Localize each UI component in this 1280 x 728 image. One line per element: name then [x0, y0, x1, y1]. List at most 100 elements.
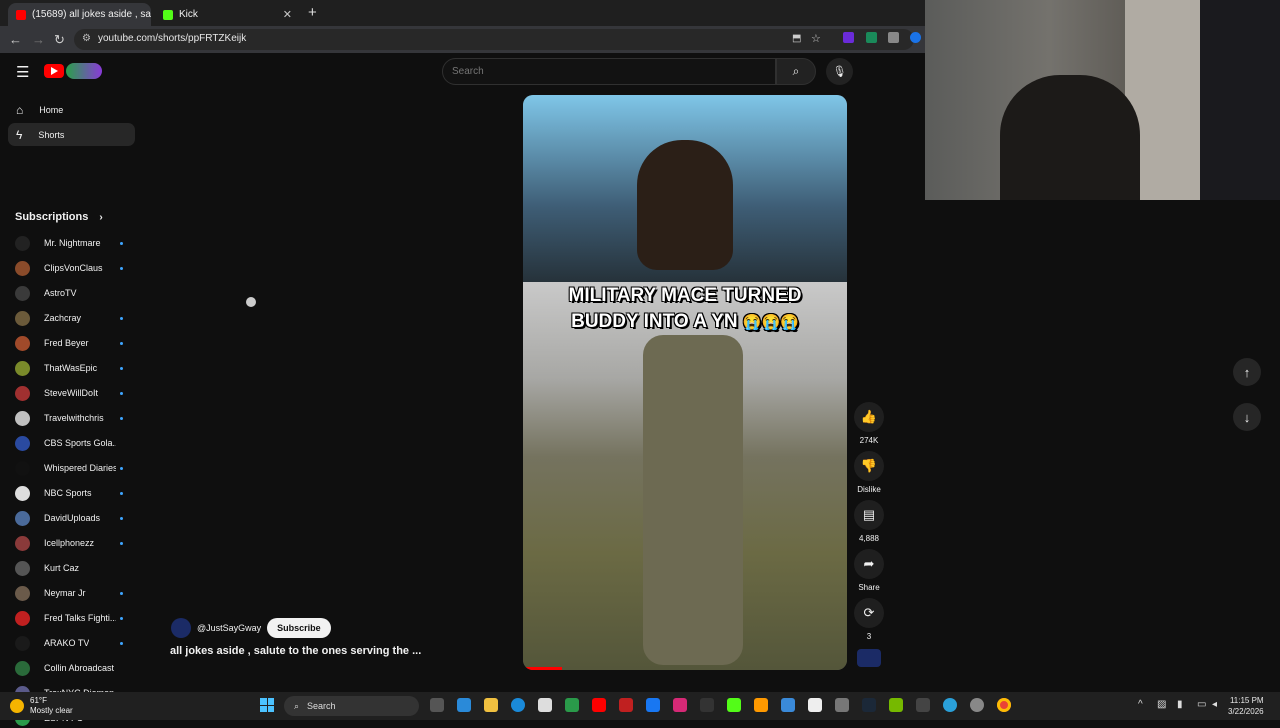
search-button[interactable]: ⌕: [776, 58, 816, 85]
tab-youtube[interactable]: (15689) all jokes aside , salu ✕: [8, 3, 151, 26]
like-action[interactable]: 👍 274K: [854, 402, 884, 445]
sound-thumbnail[interactable]: [857, 649, 881, 667]
info-dot-icon[interactable]: [246, 297, 256, 307]
sidebar-item-home[interactable]: ⌂ Home: [8, 98, 135, 121]
next-short-button[interactable]: ↓: [1233, 403, 1261, 431]
remix-action[interactable]: ⟳ 3: [854, 598, 884, 641]
site-info-icon[interactable]: ⚙: [82, 33, 91, 44]
subscription-item[interactable]: AstroTV: [15, 283, 130, 303]
kick-app-icon[interactable]: [727, 698, 741, 712]
tray-volume-icon[interactable]: ◂: [1212, 699, 1223, 710]
subscription-item[interactable]: CBS Sports Gola...: [15, 433, 130, 453]
video-progress-bar[interactable]: [523, 667, 562, 670]
subscription-item[interactable]: ARAKO TV: [15, 633, 130, 653]
subscription-item[interactable]: ClipsVonClaus: [15, 258, 130, 278]
extension-green-icon[interactable]: [866, 32, 877, 43]
dislike-action[interactable]: 👎 Dislike: [854, 451, 884, 494]
settings-gear-icon[interactable]: [970, 698, 984, 712]
search-input[interactable]: [443, 59, 775, 84]
subscription-item[interactable]: Collin Abroadcast: [15, 658, 130, 678]
tray-mic-icon[interactable]: ▮: [1177, 699, 1188, 710]
subscription-item[interactable]: SteveWillDoIt: [15, 383, 130, 403]
address-bar[interactable]: ⚙ youtube.com/shorts/ppFRTZKeijk ⬒ ☆: [74, 29, 914, 50]
subscription-item[interactable]: NBC Sports: [15, 483, 130, 503]
sidebar-item-shorts[interactable]: ϟ Shorts: [8, 123, 135, 146]
app-blue-icon[interactable]: [781, 698, 795, 712]
channel-avatar[interactable]: [171, 618, 191, 638]
telegram-icon[interactable]: [943, 698, 957, 712]
forward-arrow-icon[interactable]: →: [32, 32, 45, 47]
instagram-icon[interactable]: [673, 698, 687, 712]
subscription-item[interactable]: Fred Talks Fighti...: [15, 608, 130, 628]
windows-start-icon[interactable]: [260, 698, 274, 712]
subscription-name: DavidUploads: [44, 513, 101, 523]
task-view-icon[interactable]: [430, 698, 444, 712]
amazon-icon[interactable]: [754, 698, 768, 712]
subscription-item[interactable]: Kurt Caz: [15, 558, 130, 578]
comments-action[interactable]: ▤ 4,888: [854, 500, 884, 543]
share-action[interactable]: ➦ Share: [854, 549, 884, 592]
subscription-item[interactable]: Mr. Nightmare: [15, 233, 130, 253]
comment-icon[interactable]: ▤: [854, 500, 884, 530]
tray-display-icon[interactable]: ▭: [1197, 699, 1208, 710]
edge-icon[interactable]: [511, 698, 525, 712]
subscription-item[interactable]: Whispered Diaries: [15, 458, 130, 478]
channel-avatar: [15, 435, 30, 451]
steam-icon[interactable]: [862, 698, 876, 712]
subscription-item[interactable]: ThatWasEpic: [15, 358, 130, 378]
capcut-icon[interactable]: [808, 698, 822, 712]
subscription-item[interactable]: Fred Beyer: [15, 333, 130, 353]
previous-short-button[interactable]: ↑: [1233, 358, 1261, 386]
calendar-icon[interactable]: [538, 698, 552, 712]
channel-handle[interactable]: @JustSayGway: [197, 623, 261, 633]
reload-icon[interactable]: ↻: [54, 32, 65, 48]
tab-kick[interactable]: Kick ✕: [155, 3, 300, 26]
facebook-icon[interactable]: [646, 698, 660, 712]
back-arrow-icon[interactable]: ←: [9, 32, 22, 47]
subscription-item[interactable]: DavidUploads: [15, 508, 130, 528]
remix-icon[interactable]: ⟳: [854, 598, 884, 628]
youtube-logo-icon[interactable]: [44, 64, 64, 78]
subscription-item[interactable]: Icellphonezz: [15, 533, 130, 553]
file-explorer-icon[interactable]: [484, 698, 498, 712]
netflix-icon[interactable]: [619, 698, 633, 712]
taskbar-clock[interactable]: 11:15 PM 3/22/2026: [1228, 695, 1264, 717]
short-title[interactable]: all jokes aside , salute to the ones ser…: [170, 645, 421, 657]
weather-widget[interactable]: 61°F Mostly clear: [10, 696, 73, 716]
epic-games-icon[interactable]: [916, 698, 930, 712]
extension-grey-icon[interactable]: [888, 32, 899, 43]
thumbs-up-icon[interactable]: 👍: [854, 402, 884, 432]
subscription-item[interactable]: Neymar Jr: [15, 583, 130, 603]
subscribe-button[interactable]: Subscribe: [267, 618, 331, 638]
install-app-icon[interactable]: ⬒: [792, 33, 801, 44]
nvidia-icon[interactable]: [889, 698, 903, 712]
tray-network-icon[interactable]: ▨: [1157, 699, 1168, 710]
new-tab-plus-icon[interactable]: +: [308, 4, 317, 21]
hamburger-menu-icon[interactable]: ☰: [16, 63, 29, 81]
chrome-icon[interactable]: [997, 698, 1011, 712]
thumbs-down-icon[interactable]: 👎: [854, 451, 884, 481]
subscription-item[interactable]: Zachcray: [15, 308, 130, 328]
tab-title: (15689) all jokes aside , salu: [32, 9, 151, 20]
xbox-icon[interactable]: [565, 698, 579, 712]
youtube-app-icon[interactable]: [592, 698, 606, 712]
extension-blue-icon[interactable]: [910, 32, 921, 43]
close-tab-icon[interactable]: ✕: [283, 8, 292, 21]
terminal-icon[interactable]: [700, 698, 714, 712]
subscription-item[interactable]: Travelwithchris: [15, 408, 130, 428]
bookmark-star-icon[interactable]: ☆: [811, 32, 821, 45]
app-grey-icon[interactable]: [835, 698, 849, 712]
extension-k-icon[interactable]: [843, 32, 854, 43]
share-arrow-icon[interactable]: ➦: [854, 549, 884, 579]
dislike-label: Dislike: [857, 485, 881, 494]
search-box[interactable]: [442, 58, 776, 85]
taskbar-search[interactable]: ⌕ Search: [284, 696, 419, 716]
tray-overflow-chevron-icon[interactable]: ^: [1138, 699, 1149, 710]
copilot-icon[interactable]: [457, 698, 471, 712]
short-video-player[interactable]: MILITARY MACE TURNED BUDDY INTO A YN 😭😭😭: [523, 95, 847, 670]
browser-tab-bar: (15689) all jokes aside , salu ✕ Kick ✕ …: [0, 0, 925, 26]
subscriptions-heading[interactable]: Subscriptions ›: [15, 211, 103, 223]
new-content-dot-icon: [120, 541, 123, 545]
voice-search-button[interactable]: 🎙: [826, 58, 853, 85]
doodle-logo-icon[interactable]: [66, 63, 102, 79]
